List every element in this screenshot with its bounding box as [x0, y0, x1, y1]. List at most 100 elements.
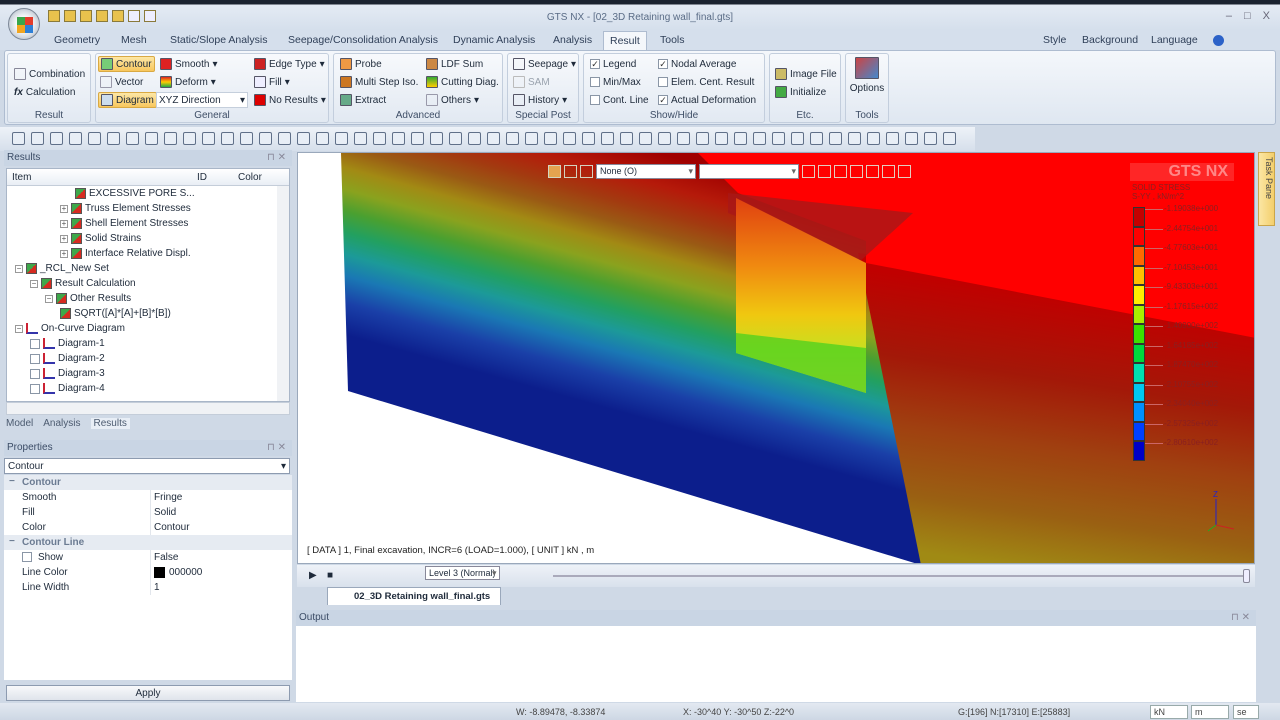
toolbar-tool-icon[interactable] — [620, 132, 633, 145]
panel-pin-close-icons[interactable]: ⊓ ✕ — [267, 442, 286, 453]
toolbar-tool-icon[interactable] — [582, 132, 595, 145]
property-row[interactable]: Line Width 1 — [4, 580, 292, 595]
others-dropdown[interactable]: Others ▾ — [424, 92, 481, 108]
toolbar-tool-icon[interactable] — [202, 132, 215, 145]
selection-mode-select[interactable] — [699, 163, 799, 179]
task-pane-tab[interactable]: Task Pane — [1258, 152, 1275, 226]
toolbar-tool-icon[interactable] — [88, 132, 101, 145]
3d-viewport[interactable]: None (O) GTS NX SOLID STRESSS-YY , kN/m^… — [297, 152, 1255, 564]
image-file-button[interactable]: Image File — [773, 66, 839, 82]
tree-item[interactable]: EXCESSIVE PORE S... — [75, 188, 195, 199]
toolbar-tool-icon[interactable] — [50, 132, 63, 145]
close-button[interactable]: X — [1263, 10, 1270, 22]
tab-dynamic[interactable]: Dynamic Analysis — [453, 34, 535, 46]
panel-pin-close-icons[interactable]: ⊓ ✕ — [1231, 612, 1250, 623]
contour-button[interactable]: Contour — [98, 56, 155, 72]
direction-select[interactable]: XYZ Direction ▾ — [156, 92, 248, 108]
toolbar-tool-icon[interactable] — [677, 132, 690, 145]
collapse-icon[interactable]: − — [30, 279, 38, 288]
column-item[interactable]: Item — [12, 172, 31, 183]
history-dropdown[interactable]: History ▾ — [511, 92, 569, 108]
tree-item[interactable]: Diagram-2 — [30, 353, 105, 364]
expand-icon[interactable]: + — [60, 249, 68, 258]
collapse-icon[interactable]: − — [9, 476, 15, 487]
animation-slider[interactable] — [553, 575, 1249, 577]
tree-vertical-scrollbar[interactable] — [277, 186, 289, 401]
toolbar-tool-icon[interactable] — [829, 132, 842, 145]
tool-icon[interactable] — [898, 164, 911, 178]
property-row[interactable]: Show False — [4, 550, 292, 565]
tab-model[interactable]: Model — [6, 418, 33, 429]
help-icon[interactable] — [1213, 35, 1224, 46]
collapse-icon[interactable]: − — [45, 294, 53, 303]
tab-mesh[interactable]: Mesh — [121, 34, 147, 46]
toolbar-tool-icon[interactable] — [411, 132, 424, 145]
tab-seepage[interactable]: Seepage/Consolidation Analysis — [288, 34, 438, 46]
toolbar-tool-icon[interactable] — [221, 132, 234, 145]
tree-item[interactable]: Diagram-1 — [30, 338, 105, 349]
extract-button[interactable]: Extract — [338, 92, 388, 108]
toolbar-tool-icon[interactable] — [810, 132, 823, 145]
toolbar-tool-icon[interactable] — [943, 132, 956, 145]
toolbar-tool-icon[interactable] — [392, 132, 405, 145]
toolbar-tool-icon[interactable] — [506, 132, 519, 145]
diagram-checkbox[interactable] — [30, 353, 40, 364]
smooth-dropdown[interactable]: Smooth ▾ — [158, 56, 220, 72]
seepage-dropdown[interactable]: Seepage ▾ — [511, 56, 578, 72]
toolbar-tool-icon[interactable] — [164, 132, 177, 145]
property-value[interactable]: 1 — [154, 582, 160, 593]
toolbar-tool-icon[interactable] — [601, 132, 614, 145]
property-row[interactable]: Color Contour — [4, 520, 292, 535]
cutting-diag-button[interactable]: Cutting Diag. — [424, 74, 501, 90]
property-value[interactable]: Fringe — [154, 492, 182, 503]
probe-button[interactable]: Probe — [338, 56, 384, 72]
stop-button[interactable]: ■ — [327, 570, 333, 581]
ldf-sum-button[interactable]: LDF Sum — [424, 56, 485, 72]
minimize-button[interactable]: – — [1226, 10, 1232, 22]
property-value[interactable]: Solid — [154, 507, 176, 518]
animation-slider-handle[interactable] — [1243, 569, 1250, 583]
toolbar-tool-icon[interactable] — [487, 132, 500, 145]
length-unit-select[interactable]: m — [1191, 705, 1229, 719]
toolbar-tool-icon[interactable] — [69, 132, 82, 145]
toolbar-tool-icon[interactable] — [886, 132, 899, 145]
tab-analysis[interactable]: Analysis — [553, 34, 592, 46]
tool-icon[interactable] — [850, 164, 863, 178]
app-logo-button[interactable] — [8, 8, 40, 40]
toolbar-tool-icon[interactable] — [525, 132, 538, 145]
filter-icon[interactable] — [580, 164, 593, 178]
properties-type-select[interactable]: Contour ▾ — [4, 458, 290, 474]
style-menu[interactable]: Style — [1043, 34, 1066, 46]
apply-button[interactable]: Apply — [6, 685, 290, 701]
tree-item[interactable]: − Other Results — [45, 293, 131, 304]
color-swatch[interactable] — [154, 567, 165, 578]
tree-item[interactable]: Diagram-3 — [30, 368, 105, 379]
tool-icon[interactable] — [866, 164, 879, 178]
property-row[interactable]: Line Color 000000 — [4, 565, 292, 580]
toolbar-tool-icon[interactable] — [696, 132, 709, 145]
expand-icon[interactable]: + — [60, 204, 68, 213]
tool-icon[interactable] — [818, 164, 831, 178]
expand-icon[interactable]: + — [60, 234, 68, 243]
tab-tools[interactable]: Tools — [660, 34, 685, 46]
legend-checkbox[interactable]: ✓ Legend — [588, 56, 638, 72]
diagram-button[interactable]: Diagram — [98, 92, 157, 108]
tree-item[interactable]: + Solid Strains — [60, 233, 141, 244]
tree-item[interactable]: − _RCL_New Set — [15, 263, 109, 274]
cont-line-checkbox[interactable]: Cont. Line — [588, 92, 651, 108]
toolbar-tool-icon[interactable] — [658, 132, 671, 145]
property-value[interactable]: Contour — [154, 522, 190, 533]
toolbar-tool-icon[interactable] — [715, 132, 728, 145]
diagram-checkbox[interactable] — [30, 368, 40, 379]
tree-item[interactable]: + Interface Relative Displ. — [60, 248, 191, 259]
elem-cent-result-checkbox[interactable]: Elem. Cent. Result — [656, 74, 756, 90]
play-button[interactable]: ▶ — [309, 570, 317, 581]
toolbar-tool-icon[interactable] — [12, 132, 25, 145]
tree-item[interactable]: Diagram-4 — [30, 383, 105, 394]
show-checkbox[interactable] — [22, 552, 32, 562]
toolbar-tool-icon[interactable] — [449, 132, 462, 145]
maximize-button[interactable]: □ — [1244, 10, 1251, 22]
pick-icon[interactable] — [564, 164, 577, 178]
sam-button[interactable]: SAM — [511, 74, 552, 90]
collapse-icon[interactable]: − — [9, 536, 15, 547]
